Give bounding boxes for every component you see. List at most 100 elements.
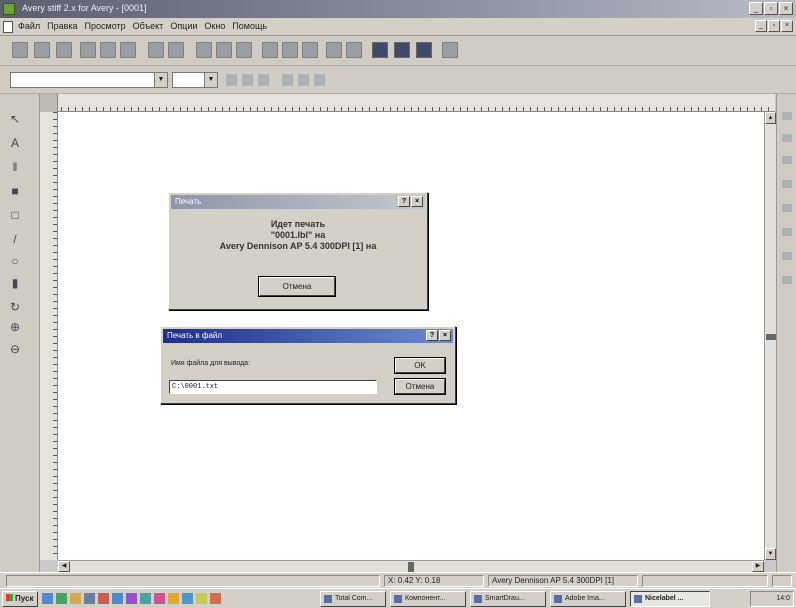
cancel-button[interactable]: Отмена: [394, 378, 446, 395]
task-nicelabel[interactable]: Nicelabel ...: [630, 591, 710, 607]
picture-tool-icon[interactable]: ■: [8, 184, 22, 198]
print-icon[interactable]: [196, 42, 212, 58]
quicklaunch-app-icon[interactable]: [196, 593, 207, 604]
system-tray-clock[interactable]: 14:0: [750, 591, 794, 607]
cancel-print-button[interactable]: Отмена: [258, 276, 336, 297]
cut-icon[interactable]: [80, 42, 96, 58]
help-button[interactable]: ?: [398, 196, 410, 207]
layout-icon[interactable]: [442, 42, 458, 58]
task-adobe-image[interactable]: Adobe Ima...: [550, 591, 626, 607]
chevron-down-icon[interactable]: ▼: [154, 73, 167, 87]
quicklaunch-app-icon[interactable]: [98, 593, 109, 604]
close-button[interactable]: ×: [439, 330, 451, 341]
ok-button[interactable]: OK: [394, 357, 446, 374]
doc-minimize-button[interactable]: _: [755, 20, 767, 32]
menu-options[interactable]: Опции: [170, 21, 197, 31]
document-icon[interactable]: [3, 21, 13, 33]
help-button[interactable]: ?: [426, 330, 438, 341]
grid-icon[interactable]: [394, 42, 410, 58]
panel-tool-icon[interactable]: [782, 252, 792, 260]
align-icon[interactable]: [372, 42, 388, 58]
vertical-scrollbar[interactable]: ▲ ▼: [764, 112, 776, 560]
zoom-out-icon[interactable]: [346, 42, 362, 58]
rotate-tool-icon[interactable]: ↻: [8, 300, 22, 314]
start-button[interactable]: Пуск: [2, 591, 38, 607]
zoom-in-icon[interactable]: [326, 42, 342, 58]
panel-tool-icon[interactable]: [782, 228, 792, 236]
undo-icon[interactable]: [148, 42, 164, 58]
scroll-left-icon[interactable]: ◀: [58, 561, 70, 572]
close-button[interactable]: ×: [779, 2, 793, 15]
underline-icon[interactable]: [258, 74, 269, 86]
quicklaunch-app-icon[interactable]: [154, 593, 165, 604]
doc-close-button[interactable]: ×: [781, 20, 793, 32]
align-center-icon[interactable]: [298, 74, 309, 86]
bold-icon[interactable]: [226, 74, 237, 86]
task-component[interactable]: Компонент...: [390, 591, 466, 607]
pointer-icon[interactable]: ↖: [8, 112, 22, 126]
barcode-tool-icon[interactable]: ‖: [8, 160, 22, 174]
line-tool-icon[interactable]: /: [8, 232, 22, 246]
vertical-scroll-thumb[interactable]: [766, 334, 776, 340]
zoom-in-tool-icon[interactable]: ⊕: [8, 320, 22, 334]
panel-tool-icon[interactable]: [782, 204, 792, 212]
align-right-icon[interactable]: [314, 74, 325, 86]
quicklaunch-app-icon[interactable]: [140, 593, 151, 604]
properties-icon[interactable]: [416, 42, 432, 58]
menu-help[interactable]: Помощь: [232, 21, 267, 31]
open-file-icon[interactable]: [34, 42, 50, 58]
panel-tool-icon[interactable]: [782, 156, 792, 164]
output-filename-input[interactable]: C:\0001.txt: [169, 380, 377, 394]
horizontal-scroll-thumb[interactable]: [408, 562, 414, 572]
align-left-icon[interactable]: [282, 74, 293, 86]
save-icon[interactable]: [56, 42, 72, 58]
redo-icon[interactable]: [168, 42, 184, 58]
quicklaunch-app-icon[interactable]: [182, 593, 193, 604]
copy-icon[interactable]: [100, 42, 116, 58]
doc-restore-button[interactable]: ▫: [768, 20, 780, 32]
file-dialog-titlebar[interactable]: Печать в файл ? ×: [163, 329, 453, 343]
menu-file[interactable]: Файл: [18, 21, 40, 31]
panel-tool-icon[interactable]: [782, 134, 792, 142]
font-size-combo[interactable]: ▼: [172, 72, 218, 88]
menu-object[interactable]: Объект: [133, 21, 164, 31]
menu-view[interactable]: Просмотр: [85, 21, 126, 31]
scroll-right-icon[interactable]: ▶: [752, 561, 764, 572]
panel-tool-icon[interactable]: [782, 112, 792, 120]
task-total-commander[interactable]: Total Com...: [320, 591, 386, 607]
quicklaunch-app-icon[interactable]: [126, 593, 137, 604]
rectangle-tool-icon[interactable]: □: [8, 208, 22, 222]
menu-window[interactable]: Окно: [204, 21, 225, 31]
close-button[interactable]: ×: [411, 196, 423, 207]
chevron-down-icon[interactable]: ▼: [204, 73, 217, 87]
minimize-button[interactable]: _: [749, 2, 763, 15]
browser-icon[interactable]: [42, 593, 53, 604]
query-icon[interactable]: [282, 42, 298, 58]
zoom-out-tool-icon[interactable]: ⊖: [8, 342, 22, 356]
quicklaunch-app-icon[interactable]: [56, 593, 67, 604]
database-icon[interactable]: [262, 42, 278, 58]
scroll-down-icon[interactable]: ▼: [765, 548, 776, 560]
menu-edit[interactable]: Правка: [47, 21, 77, 31]
quicklaunch-app-icon[interactable]: [168, 593, 179, 604]
print-setup-icon[interactable]: [236, 42, 252, 58]
quicklaunch-app-icon[interactable]: [84, 593, 95, 604]
print-preview-icon[interactable]: [216, 42, 232, 58]
panel-tool-icon[interactable]: [782, 276, 792, 284]
quicklaunch-app-icon[interactable]: [112, 593, 123, 604]
maximize-button[interactable]: ▫: [764, 2, 778, 15]
fill-tool-icon[interactable]: ▮: [8, 276, 22, 290]
print-dialog-titlebar[interactable]: Печать ? ×: [171, 195, 425, 209]
paste-icon[interactable]: [120, 42, 136, 58]
new-file-icon[interactable]: [12, 42, 28, 58]
italic-icon[interactable]: [242, 74, 253, 86]
task-smartdraw[interactable]: SmartDrau...: [470, 591, 546, 607]
quicklaunch-app-icon[interactable]: [70, 593, 81, 604]
ellipse-tool-icon[interactable]: ○: [8, 254, 22, 268]
variables-icon[interactable]: [302, 42, 318, 58]
text-tool-icon[interactable]: A: [8, 136, 22, 150]
font-name-combo[interactable]: ▼: [10, 72, 168, 88]
horizontal-scrollbar[interactable]: ◀ ▶: [58, 560, 764, 572]
window-titlebar[interactable]: Avery stiff 2.x for Avery - [0001] _ ▫ ×: [0, 0, 796, 18]
scroll-up-icon[interactable]: ▲: [765, 112, 776, 124]
